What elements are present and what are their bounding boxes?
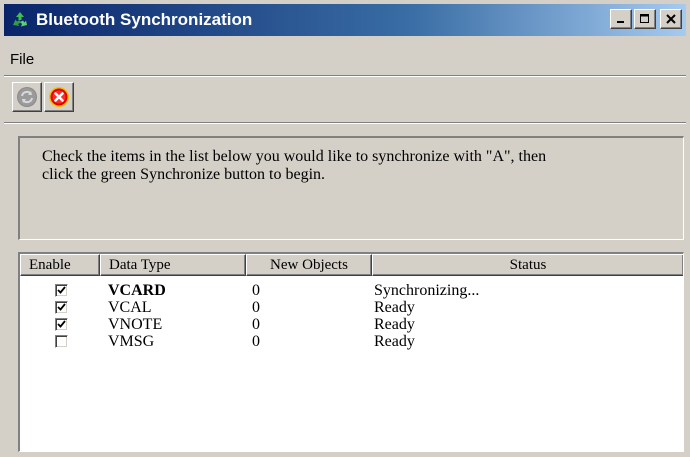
column-header-status[interactable]: Status xyxy=(372,254,683,276)
checkmark-icon xyxy=(57,286,66,294)
instruction-line-1: Check the items in the list below you wo… xyxy=(42,148,547,165)
synchronize-icon xyxy=(17,87,37,107)
enable-checkbox[interactable] xyxy=(55,318,68,331)
toolbar-separator xyxy=(4,122,686,124)
stop-button[interactable] xyxy=(44,82,74,112)
list-header: Enable Data Type New Objects Status xyxy=(20,254,683,276)
instruction-line-2: click the green Synchronize button to be… xyxy=(42,166,326,183)
stop-icon xyxy=(49,87,69,107)
new-objects-cell: 0 xyxy=(252,299,260,316)
minimize-icon xyxy=(617,21,624,23)
data-type-cell: VCAL xyxy=(108,299,152,316)
enable-checkbox[interactable] xyxy=(55,284,68,297)
menu-bar: File xyxy=(4,46,40,72)
menu-file[interactable]: File xyxy=(4,51,40,68)
maximize-icon xyxy=(640,14,649,23)
enable-checkbox[interactable] xyxy=(55,301,68,314)
recycle-icon xyxy=(10,10,30,30)
status-cell: Ready xyxy=(374,333,415,350)
minimize-button[interactable] xyxy=(610,9,632,29)
list-item[interactable]: VMSG 0 Ready xyxy=(20,333,680,350)
checkmark-icon xyxy=(57,320,66,328)
window-title: Bluetooth Synchronization xyxy=(36,10,253,29)
list-item[interactable]: VCARD 0 Synchronizing... xyxy=(20,282,680,299)
close-icon xyxy=(666,14,676,24)
data-type-cell: VNOTE xyxy=(108,316,163,333)
data-type-cell: VMSG xyxy=(108,333,155,350)
status-cell: Synchronizing... xyxy=(374,282,480,299)
maximize-button[interactable] xyxy=(634,9,656,29)
instruction-panel: Check the items in the list below you wo… xyxy=(18,136,684,240)
menu-separator xyxy=(4,75,686,77)
checkmark-icon xyxy=(57,303,66,311)
app-window: Bluetooth Synchronization File Check the… xyxy=(0,0,690,457)
close-button[interactable] xyxy=(660,9,682,29)
new-objects-cell: 0 xyxy=(252,333,260,350)
data-type-cell: VCARD xyxy=(108,282,166,299)
new-objects-cell: 0 xyxy=(252,282,260,299)
status-cell: Ready xyxy=(374,316,415,333)
column-header-enable[interactable]: Enable xyxy=(20,254,100,276)
list-item[interactable]: VNOTE 0 Ready xyxy=(20,316,680,333)
enable-checkbox[interactable] xyxy=(55,335,68,348)
window-controls xyxy=(610,9,682,29)
new-objects-cell: 0 xyxy=(252,316,260,333)
status-cell: Ready xyxy=(374,299,415,316)
list-item[interactable]: VCAL 0 Ready xyxy=(20,299,680,316)
synchronize-button[interactable] xyxy=(12,82,42,112)
column-header-new-objects[interactable]: New Objects xyxy=(246,254,372,276)
instruction-text: Check the items in the list below you wo… xyxy=(42,148,672,184)
toolbar xyxy=(12,82,74,112)
column-header-data-type[interactable]: Data Type xyxy=(100,254,246,276)
title-bar[interactable]: Bluetooth Synchronization xyxy=(4,4,686,36)
list-rows: VCARD 0 Synchronizing... VCAL 0 Ready VN… xyxy=(20,282,680,350)
sync-list[interactable]: Enable Data Type New Objects Status VCAR… xyxy=(18,252,684,452)
